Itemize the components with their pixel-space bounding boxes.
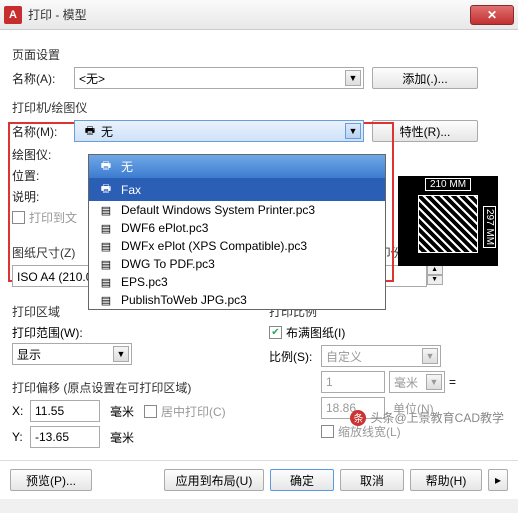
printer-icon: 🖶 xyxy=(79,122,101,141)
print-range-select[interactable]: 显示 ▼ xyxy=(12,343,132,365)
x-label: X: xyxy=(12,404,30,418)
cancel-button[interactable]: 取消 xyxy=(340,469,404,491)
page-setup-name-value: <无> xyxy=(79,70,105,87)
group-offset: 打印偏移 (原点设置在可打印区域) xyxy=(12,379,249,396)
plotter-label: 绘图仪: xyxy=(12,146,74,163)
preview-page xyxy=(418,195,478,253)
apply-layout-button[interactable]: 应用到布局(U) xyxy=(164,469,264,491)
titlebar: A 打印 - 模型 ✕ xyxy=(0,0,518,30)
center-label: 居中打印(C) xyxy=(161,403,226,420)
group-page-setup: 页面设置 xyxy=(12,46,506,63)
chevron-down-icon: ▼ xyxy=(422,348,438,364)
location-label: 位置: xyxy=(12,167,74,184)
name-label: 名称(A): xyxy=(12,70,74,87)
printer-name-label: 名称(M): xyxy=(12,123,74,140)
preview-width: 210 MM xyxy=(425,178,471,191)
ok-button[interactable]: 确定 xyxy=(270,469,334,491)
dropdown-item[interactable]: ▤Default Windows System Printer.pc3 xyxy=(89,201,385,219)
print-range-label: 打印范围(W): xyxy=(12,324,249,341)
dropdown-head[interactable]: 🖶无 xyxy=(89,155,385,178)
chevron-down-icon: ▼ xyxy=(345,70,361,86)
group-printer: 打印机/绘图仪 xyxy=(12,99,506,116)
page-icon: ▤ xyxy=(95,240,117,253)
dropdown-item[interactable]: ▤DWG To PDF.pc3 xyxy=(89,255,385,273)
y-offset-input[interactable]: -13.65 xyxy=(30,426,100,448)
copies-spinner: ▲▼ xyxy=(427,265,443,287)
printer-dropdown[interactable]: 🖶无 🖶Fax ▤Default Windows System Printer.… xyxy=(88,154,386,310)
x-unit: 毫米 xyxy=(110,403,134,420)
paper-preview: 210 MM 297 MM xyxy=(398,176,498,266)
page-icon: ▤ xyxy=(95,204,117,217)
scale-unit-select: 毫米▼ xyxy=(389,371,445,393)
watermark-icon: 条 xyxy=(350,410,366,426)
print-to-file-checkbox xyxy=(12,211,25,224)
expand-button[interactable]: ▸ xyxy=(488,469,508,491)
page-icon: ▤ xyxy=(95,276,117,289)
watermark: 条 头条@上景教育CAD教学 xyxy=(350,409,504,426)
chevron-down-icon: ▼ xyxy=(426,374,442,390)
preview-height: 297 MM xyxy=(483,206,496,248)
print-to-file-label: 打印到文 xyxy=(29,209,77,226)
preview-button[interactable]: 预览(P)... xyxy=(10,469,92,491)
page-icon: ▤ xyxy=(95,222,117,235)
scale-select: 自定义 ▼ xyxy=(321,345,441,367)
dropdown-item-fax[interactable]: 🖶Fax xyxy=(89,178,385,201)
chevron-down-icon: ▼ xyxy=(113,346,129,362)
fit-to-paper-label: 布满图纸(I) xyxy=(286,324,345,341)
y-label: Y: xyxy=(12,430,30,444)
scale-lineweight-checkbox xyxy=(321,425,334,438)
description-label: 说明: xyxy=(12,188,74,205)
dropdown-item[interactable]: ▤DWF6 ePlot.pc3 xyxy=(89,219,385,237)
fit-to-paper-checkbox[interactable]: ✔ xyxy=(269,326,282,339)
chevron-down-icon: ▼ xyxy=(345,123,361,139)
properties-button[interactable]: 特性(R)... xyxy=(372,120,478,142)
page-setup-name-select[interactable]: <无> ▼ xyxy=(74,67,364,89)
printer-name-select[interactable]: 🖶 无 ▼ xyxy=(74,120,364,142)
scale-label: 比例(S): xyxy=(269,348,321,365)
close-button[interactable]: ✕ xyxy=(470,5,514,25)
page-icon: ▤ xyxy=(95,258,117,271)
scale-num-input: 1 xyxy=(321,371,385,393)
page-icon: ▤ xyxy=(95,294,117,307)
dropdown-item[interactable]: ▤EPS.pc3 xyxy=(89,273,385,291)
add-button[interactable]: 添加(.)... xyxy=(372,67,478,89)
scale-value: 自定义 xyxy=(326,348,362,365)
window-title: 打印 - 模型 xyxy=(28,6,87,23)
app-icon: A xyxy=(4,6,22,24)
printer-name-value: 无 xyxy=(101,123,113,140)
printer-icon: 🖶 xyxy=(95,180,117,199)
dropdown-item[interactable]: ▤PublishToWeb JPG.pc3 xyxy=(89,291,385,309)
x-offset-input[interactable]: 11.55 xyxy=(30,400,100,422)
printer-icon: 🖶 xyxy=(95,157,117,176)
help-button[interactable]: 帮助(H) xyxy=(410,469,482,491)
equals-label: = xyxy=(449,375,456,389)
y-unit: 毫米 xyxy=(110,429,134,446)
print-range-value: 显示 xyxy=(17,346,41,363)
dropdown-item[interactable]: ▤DWFx ePlot (XPS Compatible).pc3 xyxy=(89,237,385,255)
center-checkbox xyxy=(144,405,157,418)
